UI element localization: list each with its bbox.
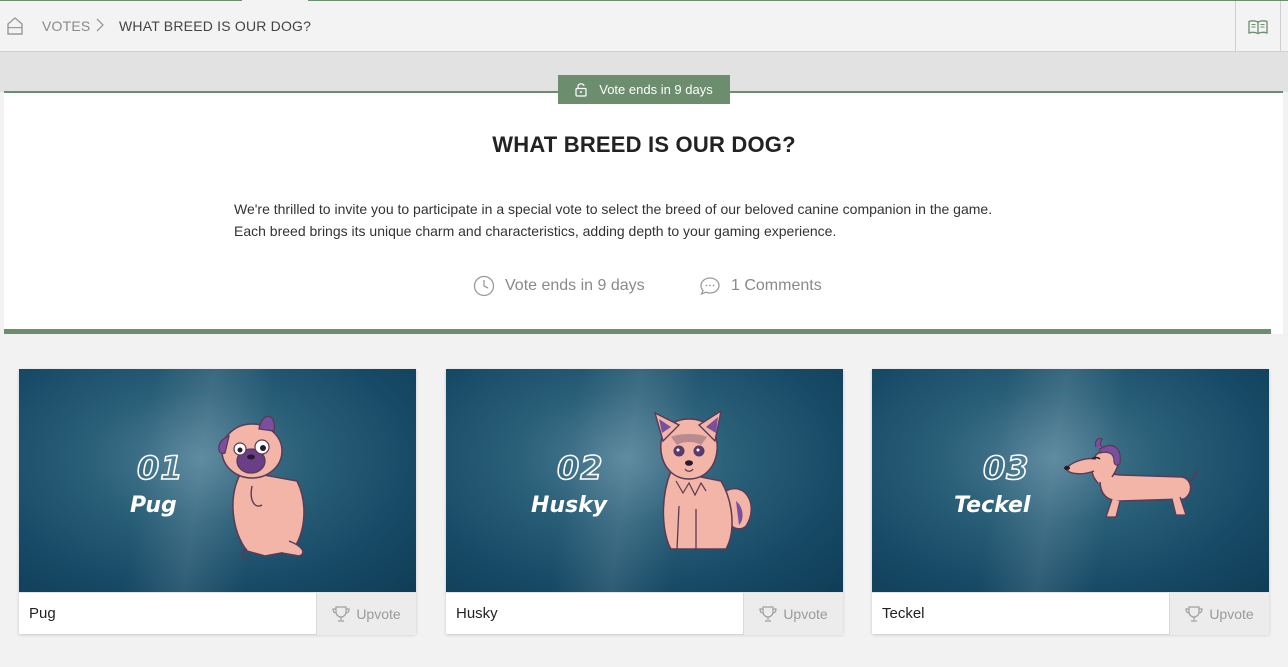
page-title: WHAT BREED IS OUR DOG? <box>492 132 796 157</box>
upvote-button[interactable]: Upvote <box>743 593 843 635</box>
upvote-label: Upvote <box>783 606 828 622</box>
option-footer: Teckel Upvote <box>872 592 1269 635</box>
pug-illustration <box>218 415 305 561</box>
active-tab-indicator <box>242 0 308 2</box>
trophy-icon <box>332 606 350 622</box>
description-line: We're thrilled to invite you to particip… <box>234 201 993 217</box>
comments-count: 1 Comments <box>731 277 822 294</box>
option-banner-name: Teckel <box>954 493 1031 518</box>
option-number: 01 <box>136 448 184 488</box>
time-remaining-label: Vote ends in 9 days <box>505 277 645 294</box>
option-footer: Husky Upvote <box>446 592 843 635</box>
chevron-right-icon <box>96 18 104 32</box>
option-banner-name: Husky <box>531 493 608 518</box>
upvote-label: Upvote <box>1209 606 1254 622</box>
breadcrumb-votes[interactable]: VOTES <box>42 18 90 34</box>
option-banner: 03 Teckel <box>872 369 1269 592</box>
comment-icon <box>700 277 720 296</box>
option-name: Husky <box>456 605 498 622</box>
trophy-icon <box>759 606 777 622</box>
time-remaining: Vote ends in 9 days <box>473 275 645 297</box>
home-icon[interactable] <box>6 16 24 36</box>
unlock-icon <box>575 83 587 97</box>
upvote-button[interactable]: Upvote <box>1169 593 1269 635</box>
upvote-button[interactable]: Upvote <box>316 593 416 635</box>
status-badge-label: Vote ends in 9 days <box>599 82 713 97</box>
option-name: Teckel <box>882 605 925 622</box>
breadcrumb-current: WHAT BREED IS OUR DOG? <box>119 18 312 34</box>
option-banner: 02 Husky <box>446 369 843 592</box>
header-divider <box>4 329 1271 334</box>
guide-button[interactable] <box>1235 1 1281 52</box>
option-number: 03 <box>982 448 1030 488</box>
option-footer: Pug Upvote <box>19 592 416 635</box>
trophy-icon <box>1185 606 1203 622</box>
book-icon <box>1248 19 1268 34</box>
clock-icon <box>473 275 495 297</box>
option-banner-name: Pug <box>130 493 177 518</box>
husky-illustration <box>653 411 752 550</box>
vote-option-card: 03 Teckel Teckel Upvote <box>872 369 1269 635</box>
description-line: Each breed brings its unique charm and c… <box>234 223 837 239</box>
option-number: 02 <box>556 448 604 488</box>
teckel-illustration <box>1064 437 1199 518</box>
vote-option-card: 01 Pug Pug Upvote <box>19 369 416 635</box>
status-badge: Vote ends in 9 days <box>558 75 730 104</box>
option-banner: 01 Pug <box>19 369 416 592</box>
vote-description: We're thrilled to invite you to particip… <box>234 198 1134 242</box>
option-name: Pug <box>29 605 56 622</box>
comments-link[interactable]: 1 Comments <box>699 275 822 297</box>
vote-option-card: 02 Husky Husky Upvote <box>446 369 843 635</box>
top-bar: VOTES WHAT BREED IS OUR DOG? <box>0 0 1288 52</box>
upvote-label: Upvote <box>356 606 401 622</box>
